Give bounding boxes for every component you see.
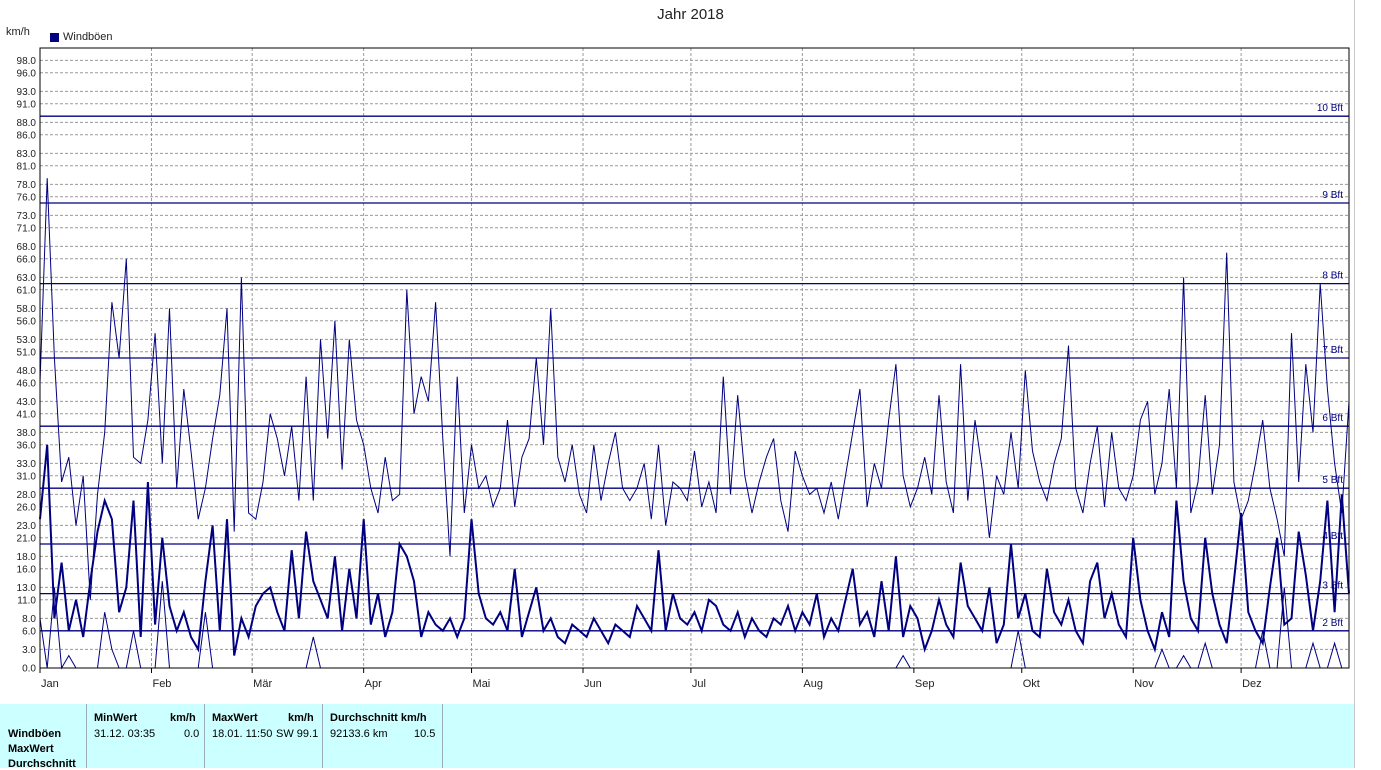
max-value: SW 99.1 (276, 728, 319, 740)
y-tick-label: 51.0 (17, 347, 37, 358)
min-column: MinWert km/h 31.12. 03:35 0.0 (86, 704, 204, 768)
avg-column: Durchschnitt km/h 92133.6 km 10.5 (322, 704, 443, 768)
y-tick-label: 58.0 (17, 304, 37, 315)
x-tick-label: Okt (1023, 678, 1040, 690)
y-tick-label: 41.0 (17, 409, 37, 420)
x-tick-label: Aug (803, 678, 823, 690)
y-tick-label: 66.0 (17, 254, 37, 265)
y-tick-label: 31.0 (17, 471, 37, 482)
y-tick-label: 8.0 (22, 614, 36, 625)
x-tick-label: Jan (41, 678, 59, 690)
min-date: 31.12. 03:35 (94, 728, 156, 740)
y-tick-label: 43.0 (17, 397, 37, 408)
y-tick-label: 91.0 (17, 99, 37, 110)
y-tick-label: 93.0 (17, 87, 37, 98)
avg-distance: 92133.6 km (330, 728, 388, 740)
x-tick-label: Mär (253, 678, 272, 690)
y-tick-label: 3.0 (22, 645, 36, 656)
y-tick-label: 6.0 (22, 626, 36, 637)
window-edge (1354, 0, 1381, 768)
y-tick-label: 98.0 (17, 56, 37, 67)
max-header: MaxWert (212, 712, 258, 724)
max-column: MaxWert km/h 18.01. 11:50 SW 99.1 (204, 704, 322, 768)
y-tick-label: 36.0 (17, 440, 37, 451)
y-tick-label: 33.0 (17, 459, 37, 470)
x-tick-label: Dez (1242, 678, 1262, 690)
y-tick-label: 26.0 (17, 502, 37, 513)
beaufort-label: 6 Bft (1322, 413, 1343, 424)
row-label-maxwert: MaxWert (8, 743, 54, 755)
min-unit: km/h (170, 712, 196, 724)
y-tick-label: 76.0 (17, 192, 37, 203)
x-tick-label: Apr (365, 678, 382, 690)
series-avg-line (39, 444, 1350, 656)
min-value: 0.0 (184, 728, 200, 740)
x-tick-label: Feb (152, 678, 171, 690)
y-tick-label: 0.0 (22, 664, 36, 675)
stats-panel: Windböen MaxWert Durchschnitt MinWert km… (0, 704, 1354, 770)
beaufort-label: 9 Bft (1322, 190, 1343, 201)
y-tick-label: 23.0 (17, 521, 37, 532)
beaufort-label: 8 Bft (1322, 271, 1343, 282)
x-tick-label: Nov (1134, 678, 1154, 690)
row-label-durchschnitt: Durchschnitt (8, 758, 76, 770)
chart-svg: 10 Bft9 Bft8 Bft7 Bft6 Bft5 Bft4 Bft3 Bf… (17, 47, 1350, 690)
y-tick-label: 86.0 (17, 130, 37, 141)
y-tick-label: 48.0 (17, 366, 37, 377)
y-tick-label: 53.0 (17, 335, 37, 346)
y-tick-label: 18.0 (17, 552, 37, 563)
y-tick-label: 88.0 (17, 118, 37, 129)
y-tick-label: 68.0 (17, 242, 37, 253)
series-max-line (39, 178, 1350, 600)
max-date: 18.01. 11:50 (212, 728, 273, 740)
y-tick-label: 46.0 (17, 378, 37, 389)
y-tick-label: 78.0 (17, 180, 37, 191)
avg-header: Durchschnitt km/h (330, 712, 427, 724)
y-tick-label: 83.0 (17, 149, 37, 160)
min-header: MinWert (94, 712, 138, 724)
beaufort-label: 2 Bft (1322, 618, 1343, 629)
y-tick-label: 81.0 (17, 161, 37, 172)
beaufort-label: 5 Bft (1322, 475, 1343, 486)
y-tick-label: 61.0 (17, 285, 37, 296)
y-tick-label: 28.0 (17, 490, 37, 501)
y-tick-label: 56.0 (17, 316, 37, 327)
y-tick-label: 63.0 (17, 273, 37, 284)
x-tick-label: Mai (473, 678, 491, 690)
max-unit: km/h (288, 712, 314, 724)
y-tick-label: 38.0 (17, 428, 37, 439)
avg-value: 10.5 (414, 728, 436, 740)
row-label-windboeen: Windböen (8, 728, 62, 740)
y-tick-label: 16.0 (17, 564, 37, 575)
y-tick-label: 73.0 (17, 211, 37, 222)
y-tick-label: 21.0 (17, 533, 37, 544)
y-tick-label: 13.0 (17, 583, 37, 594)
y-tick-label: 11.0 (17, 595, 36, 606)
y-tick-label: 71.0 (17, 223, 37, 234)
x-tick-label: Jul (692, 678, 706, 690)
beaufort-label: 10 Bft (1317, 103, 1343, 114)
x-tick-label: Sep (915, 678, 935, 690)
beaufort-label: 7 Bft (1322, 345, 1343, 356)
y-tick-label: 96.0 (17, 68, 37, 79)
x-tick-label: Jun (584, 678, 602, 690)
